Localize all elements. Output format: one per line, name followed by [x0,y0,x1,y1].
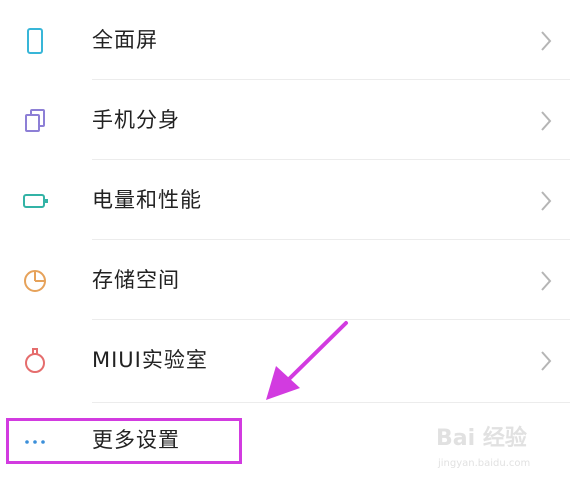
settings-item-label: 全面屏 [92,28,158,52]
storage-pie-icon [20,266,50,296]
settings-screen: 全面屏 手机分身 电量和性能 存储空间 MIUI实验室 更多设置 Bai 经验 … [0,0,570,489]
settings-item-storage[interactable]: 存储空间 [0,240,570,320]
chevron-right-icon [538,29,554,53]
settings-item-label: 电量和性能 [92,188,202,212]
chevron-right-icon [538,109,554,133]
battery-icon [20,186,50,216]
chevron-right-icon [538,269,554,293]
lab-flask-icon [20,346,50,376]
settings-item-miui-lab[interactable]: MIUI实验室 [0,320,570,400]
settings-item-dual-apps[interactable]: 手机分身 [0,80,570,160]
watermark: Bai 经验 jingyan.baidu.com [436,420,566,480]
chevron-right-icon [538,189,554,213]
settings-item-battery-performance[interactable]: 电量和性能 [0,160,570,240]
watermark-url: jingyan.baidu.com [438,458,531,469]
watermark-logo: Bai 经验 [436,426,527,451]
highlight-box [6,418,242,464]
settings-item-label: MIUI实验室 [92,348,208,372]
settings-item-label: 存储空间 [92,268,180,292]
settings-item-label: 手机分身 [92,108,180,132]
phone-fullscreen-icon [20,26,50,56]
chevron-right-icon [538,349,554,373]
settings-item-fullscreen[interactable]: 全面屏 [0,0,570,80]
dual-copy-icon [20,106,50,136]
